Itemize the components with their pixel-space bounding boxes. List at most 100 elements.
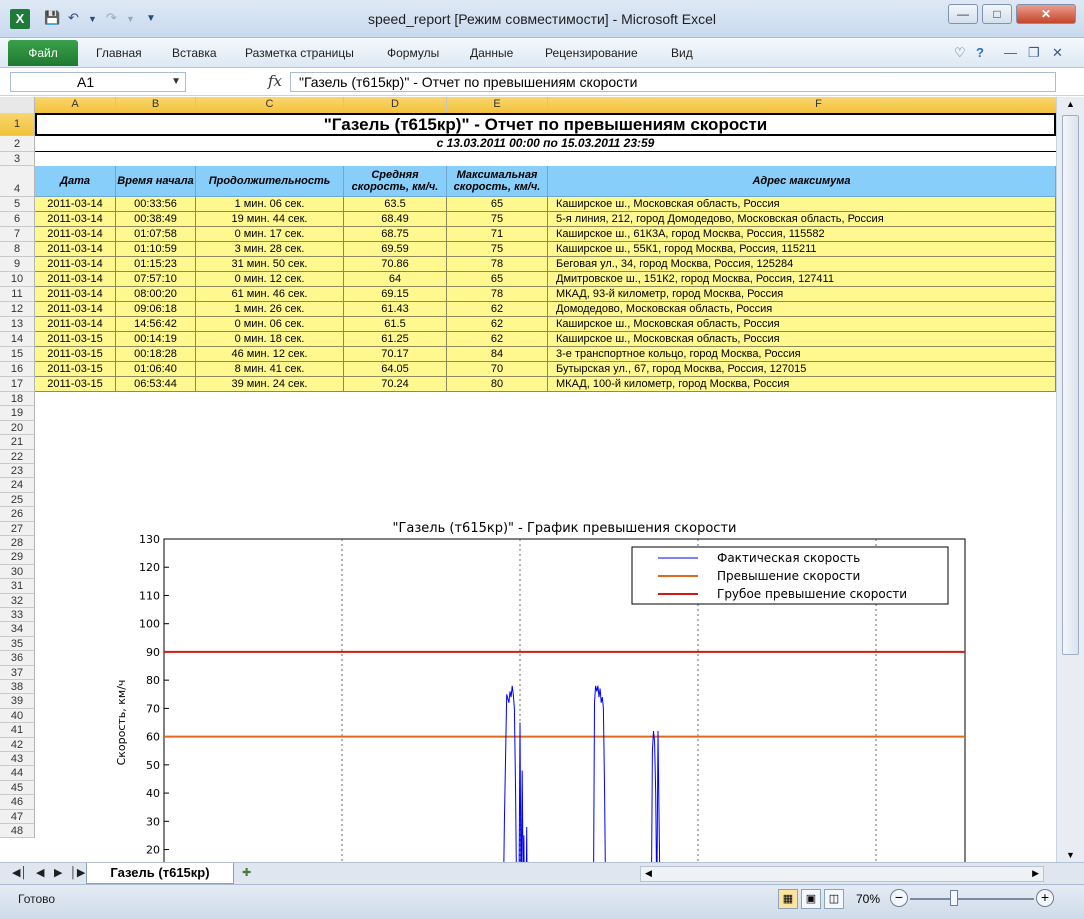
row-header[interactable]: 9 (0, 257, 35, 272)
table-cell[interactable]: 2011-03-14 (35, 197, 116, 212)
sheet-tab[interactable]: Газель (т615кр) (86, 863, 234, 884)
file-tab[interactable]: Файл (8, 40, 78, 66)
table-cell[interactable]: 2011-03-15 (35, 362, 116, 377)
table-cell[interactable]: 0 мин. 12 сек. (196, 272, 344, 287)
zoom-slider[interactable] (910, 898, 1034, 900)
table-cell[interactable]: 3-е транспортное кольцо, город Москва, Р… (548, 347, 1056, 362)
formula-input[interactable]: "Газель (т615кр)" - Отчет по превышениям… (290, 72, 1056, 92)
zoom-out-icon[interactable]: − (890, 889, 908, 907)
table-cell[interactable]: 00:18:28 (116, 347, 196, 362)
row-header[interactable]: 44 (0, 766, 35, 781)
table-cell[interactable]: 65 (447, 197, 548, 212)
column-header[interactable]: F (548, 97, 1056, 113)
table-cell[interactable]: 70.17 (344, 347, 447, 362)
row-header[interactable]: 31 (0, 579, 35, 594)
new-sheet-icon[interactable]: ✚ (242, 866, 251, 879)
row-header[interactable]: 34 (0, 622, 35, 637)
table-cell[interactable]: 80 (447, 377, 548, 392)
table-cell[interactable]: 5-я линия, 212, город Домодедово, Москов… (548, 212, 1056, 227)
tab-formulas[interactable]: Формулы (387, 46, 439, 60)
column-header[interactable]: A (35, 97, 116, 113)
table-cell[interactable]: 0 мин. 18 сек. (196, 332, 344, 347)
table-cell[interactable]: 3 мин. 28 сек. (196, 242, 344, 257)
chevron-down-icon[interactable]: ▼ (171, 73, 181, 91)
row-header[interactable]: 10 (0, 272, 35, 287)
table-cell[interactable]: 39 мин. 24 сек. (196, 377, 344, 392)
row-header[interactable]: 18 (0, 392, 35, 407)
table-cell[interactable]: 64 (344, 272, 447, 287)
table-cell[interactable]: 00:38:49 (116, 212, 196, 227)
scroll-right-icon[interactable]: ▶ (1032, 868, 1039, 879)
horizontal-scrollbar[interactable]: ◀ ▶ (640, 866, 1044, 882)
table-cell[interactable]: МКАД, 100-й километр, город Москва, Росс… (548, 377, 1056, 392)
prev-sheet-icon[interactable]: ◀ (36, 866, 44, 879)
name-box[interactable]: A1 ▼ (10, 72, 186, 92)
table-cell[interactable]: 69.15 (344, 287, 447, 302)
scroll-down-icon[interactable]: ▼ (1066, 850, 1075, 860)
table-cell[interactable]: 69.59 (344, 242, 447, 257)
table-cell[interactable]: 1 мин. 06 сек. (196, 197, 344, 212)
row-header[interactable]: 26 (0, 507, 35, 522)
scroll-left-icon[interactable]: ◀ (645, 868, 652, 879)
tab-page-layout[interactable]: Разметка страницы (245, 46, 354, 60)
table-cell[interactable]: 19 мин. 44 сек. (196, 212, 344, 227)
table-cell[interactable]: 0 мин. 17 сек. (196, 227, 344, 242)
table-header-cell[interactable]: Максимальная скорость, км/ч. (447, 166, 548, 197)
table-cell[interactable]: 70.86 (344, 257, 447, 272)
vertical-scroll-thumb[interactable] (1062, 115, 1079, 655)
tab-view[interactable]: Вид (671, 46, 693, 60)
table-header-cell[interactable]: Адрес максимума (548, 166, 1056, 197)
table-cell[interactable]: Каширское ш., Московская область, Россия (548, 197, 1056, 212)
table-cell[interactable]: 2011-03-15 (35, 347, 116, 362)
table-cell[interactable]: Каширское ш., Московская область, Россия (548, 332, 1056, 347)
row-header[interactable]: 1 (0, 113, 35, 136)
table-cell[interactable]: 0 мин. 06 сек. (196, 317, 344, 332)
table-cell[interactable]: 63.5 (344, 197, 447, 212)
table-cell[interactable]: 78 (447, 257, 548, 272)
zoom-in-icon[interactable]: + (1036, 889, 1054, 907)
table-cell[interactable]: 75 (447, 212, 548, 227)
workbook-restore-icon[interactable]: ❐ (1028, 45, 1040, 61)
last-sheet-icon[interactable]: │▶ (70, 866, 85, 879)
table-cell[interactable]: 46 мин. 12 сек. (196, 347, 344, 362)
table-cell[interactable]: 62 (447, 332, 548, 347)
table-cell[interactable]: 84 (447, 347, 548, 362)
row-header[interactable]: 35 (0, 636, 35, 652)
zoom-level[interactable]: 70% (856, 892, 880, 906)
scroll-up-icon[interactable]: ▲ (1066, 99, 1075, 109)
table-cell[interactable]: 2011-03-14 (35, 242, 116, 257)
row-header[interactable]: 24 (0, 478, 35, 493)
row-header[interactable]: 38 (0, 680, 35, 695)
column-header[interactable]: E (447, 97, 548, 113)
table-cell[interactable]: 2011-03-15 (35, 377, 116, 392)
help-icon[interactable]: ? (976, 45, 984, 60)
table-cell[interactable]: 2011-03-14 (35, 212, 116, 227)
report-title[interactable]: "Газель (т615кр)" - Отчет по превышениям… (35, 113, 1056, 136)
row-header[interactable]: 17 (0, 377, 35, 392)
table-header-cell[interactable]: Средняя скорость, км/ч. (344, 166, 447, 197)
row-header[interactable]: 29 (0, 550, 35, 565)
row-header[interactable]: 33 (0, 608, 35, 623)
row-header[interactable]: 11 (0, 287, 35, 302)
table-cell[interactable]: 01:15:23 (116, 257, 196, 272)
table-cell[interactable]: 07:57:10 (116, 272, 196, 287)
next-sheet-icon[interactable]: ▶ (54, 866, 62, 879)
row-header[interactable]: 13 (0, 317, 35, 332)
table-cell[interactable]: 75 (447, 242, 548, 257)
row-header[interactable]: 6 (0, 212, 35, 227)
table-cell[interactable]: 8 мин. 41 сек. (196, 362, 344, 377)
tab-home[interactable]: Главная (96, 46, 142, 60)
table-cell[interactable]: 09:06:18 (116, 302, 196, 317)
row-header[interactable]: 41 (0, 723, 35, 738)
table-cell[interactable]: МКАД, 93-й километр, город Москва, Росси… (548, 287, 1056, 302)
insert-function-icon[interactable]: fx (268, 72, 282, 90)
row-header[interactable]: 2 (0, 136, 35, 152)
row-header[interactable]: 39 (0, 694, 35, 709)
normal-view-icon[interactable]: ▦ (778, 889, 798, 909)
table-cell[interactable]: 61 мин. 46 сек. (196, 287, 344, 302)
tab-data[interactable]: Данные (470, 46, 513, 60)
table-cell[interactable]: 70 (447, 362, 548, 377)
report-subtitle[interactable]: с 13.03.2011 00:00 по 15.03.2011 23:59 (35, 136, 1056, 152)
table-cell[interactable]: 01:07:58 (116, 227, 196, 242)
table-cell[interactable]: 2011-03-14 (35, 287, 116, 302)
